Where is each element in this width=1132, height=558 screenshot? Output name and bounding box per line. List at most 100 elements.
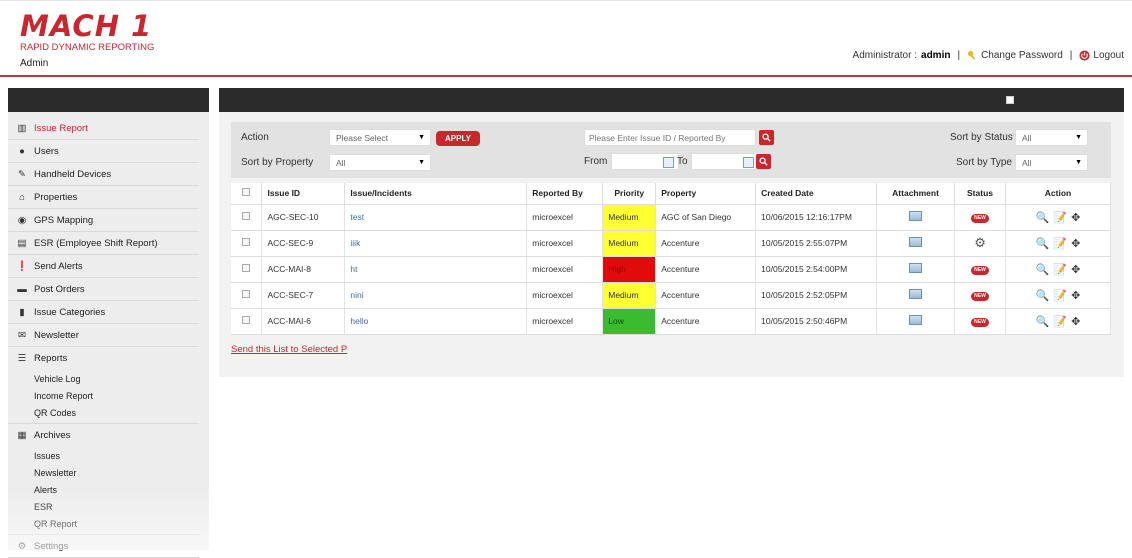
sidebar-subitem-alerts[interactable]: Alerts <box>8 481 199 498</box>
action-cell: 🔍 📝 ✥ <box>1005 256 1111 283</box>
date-search-button[interactable] <box>756 154 771 169</box>
column-header[interactable]: Attachment <box>876 183 956 205</box>
sidebar-subitem-newsletter[interactable]: Newsletter <box>8 464 199 481</box>
sidebar-item-handheld-devices[interactable]: ✎ Handheld Devices <box>8 163 199 186</box>
column-header[interactable]: Action <box>1005 183 1111 205</box>
key-icon <box>967 50 976 60</box>
calendar-icon[interactable] <box>743 157 754 168</box>
sidebar-item-gps-mapping[interactable]: ◉ GPS Mapping <box>8 209 199 232</box>
sidebar-item-newsletter[interactable]: ✉ Newsletter <box>8 324 199 347</box>
new-status-icon[interactable]: NEW <box>971 214 990 223</box>
column-header[interactable]: Created Date <box>755 183 878 205</box>
logo-title[interactable]: MACH 1 <box>20 9 152 43</box>
sidebar-subitem-vehicle-log[interactable]: Vehicle Log <box>8 370 199 387</box>
column-header[interactable]: Issue ID <box>261 183 346 205</box>
reported-by-cell: microexcel <box>526 282 604 309</box>
sidebar-item-esr[interactable]: ▤ ESR (Employee Shift Report) <box>8 232 199 255</box>
issue-link[interactable]: ht <box>344 256 528 283</box>
move-icon[interactable]: ✥ <box>1071 237 1080 250</box>
sidebar-item-users[interactable]: ● Users <box>8 140 199 163</box>
attachment-icon[interactable] <box>909 211 923 221</box>
main-panel: Action Please Select ▼ APPLY Sort by Pro… <box>219 88 1124 377</box>
view-icon[interactable]: 🔍 <box>1036 315 1050 328</box>
send-list-link[interactable]: Send this List to Selected P <box>231 344 347 355</box>
sidebar-item-settings[interactable]: ⚙ Settings <box>8 535 199 558</box>
row-checkbox[interactable] <box>242 290 251 298</box>
attachment-icon[interactable] <box>909 315 923 325</box>
move-icon[interactable]: ✥ <box>1071 289 1080 302</box>
priority-cell: Medium <box>602 230 657 257</box>
edit-icon[interactable]: 📝 <box>1053 289 1067 302</box>
dropdown-arrow-icon: ▼ <box>1075 134 1082 141</box>
attachment-icon[interactable] <box>909 263 923 273</box>
table-row: ACC-MAI-8 ht microexcel High Accenture 1… <box>231 256 1111 283</box>
column-header[interactable]: Reported By <box>526 183 604 205</box>
sidebar-subitem-income-report[interactable]: Income Report <box>8 387 199 404</box>
issue-link[interactable]: iiik <box>344 230 528 257</box>
header-checkbox[interactable] <box>1006 96 1014 104</box>
row-select-cell <box>231 308 263 335</box>
gears-status-icon[interactable]: ⚙ <box>974 235 986 251</box>
move-icon[interactable]: ✥ <box>1071 263 1080 276</box>
dropdown-arrow-icon: ▼ <box>1075 159 1082 166</box>
logout-link[interactable]: Logout <box>1079 50 1124 61</box>
column-header[interactable]: Property <box>655 183 757 205</box>
calendar-icon[interactable] <box>663 157 674 168</box>
action-select[interactable]: Please Select ▼ <box>329 129 431 146</box>
search-input[interactable]: Please Enter Issue ID / Reported By <box>584 129 756 146</box>
row-checkbox[interactable] <box>242 212 251 220</box>
sidebar-item-label: Post Orders <box>34 283 85 295</box>
envelope-icon: ✉ <box>18 329 26 341</box>
sidebar-item-properties[interactable]: ⌂ Properties <box>8 186 199 209</box>
from-label: From <box>584 156 608 167</box>
view-icon[interactable]: 🔍 <box>1036 237 1050 250</box>
row-checkbox[interactable] <box>242 264 251 272</box>
table-row: ACC-SEC-9 iiik microexcel Medium Accentu… <box>231 230 1111 257</box>
row-select-cell <box>231 282 263 309</box>
edit-icon[interactable]: 📝 <box>1053 237 1067 250</box>
view-icon[interactable]: 🔍 <box>1036 289 1050 302</box>
select-all-checkbox[interactable] <box>242 188 251 197</box>
apply-button[interactable]: APPLY <box>436 131 480 146</box>
row-checkbox[interactable] <box>242 238 251 246</box>
action-cell: 🔍 📝 ✥ <box>1005 230 1111 257</box>
move-icon[interactable]: ✥ <box>1071 211 1080 224</box>
sidebar-subitem-esr[interactable]: ESR <box>8 498 199 515</box>
issue-link[interactable]: test <box>344 204 528 231</box>
row-checkbox[interactable] <box>242 316 251 324</box>
sort-property-value: All <box>336 158 346 168</box>
search-button[interactable] <box>759 130 774 145</box>
sidebar-subitem-qr-codes[interactable]: QR Codes <box>8 404 199 421</box>
sidebar-item-send-alerts[interactable]: ❗ Send Alerts <box>8 255 199 278</box>
sidebar-item-archives[interactable]: ▦ Archives <box>8 424 199 447</box>
attachment-icon[interactable] <box>909 237 923 247</box>
new-status-icon[interactable]: NEW <box>971 318 990 327</box>
sidebar-subitem-issues[interactable]: Issues <box>8 447 199 464</box>
sidebar-item-reports[interactable]: ☰ Reports <box>8 347 199 370</box>
sidebar-item-post-orders[interactable]: ▬ Post Orders <box>8 278 199 301</box>
sort-property-select[interactable]: All ▼ <box>329 154 431 171</box>
edit-icon[interactable]: 📝 <box>1053 315 1067 328</box>
view-icon[interactable]: 🔍 <box>1036 263 1050 276</box>
sidebar-item-issue-report[interactable]: ▥ Issue Report <box>8 117 199 140</box>
issue-id-cell: ACC-MAI-8 <box>261 256 346 283</box>
issue-link[interactable]: hello <box>344 308 528 335</box>
move-icon[interactable]: ✥ <box>1071 315 1080 328</box>
new-status-icon[interactable]: NEW <box>971 266 990 275</box>
column-header[interactable]: Issue/Incidents <box>344 183 528 205</box>
change-password-link[interactable]: Change Password <box>967 50 1063 61</box>
sort-status-select[interactable]: All ▼ <box>1015 129 1088 146</box>
view-icon[interactable]: 🔍 <box>1036 211 1050 224</box>
current-user-label: Admin <box>20 58 49 69</box>
edit-icon[interactable]: 📝 <box>1053 263 1067 276</box>
sort-type-select[interactable]: All ▼ <box>1015 154 1088 171</box>
issue-link[interactable]: nini <box>344 282 528 309</box>
attachment-icon[interactable] <box>909 289 923 299</box>
column-header[interactable]: Status <box>954 183 1006 205</box>
edit-icon[interactable]: 📝 <box>1053 211 1067 224</box>
column-header[interactable]: Priority <box>602 183 657 205</box>
new-status-icon[interactable]: NEW <box>971 292 990 301</box>
sidebar-subitem-qr-report[interactable]: QR Report <box>8 515 199 532</box>
sidebar-item-issue-categories[interactable]: ▮ Issue Categories <box>8 301 199 324</box>
logo-subtitle: RAPID DYNAMIC REPORTING <box>20 42 155 53</box>
